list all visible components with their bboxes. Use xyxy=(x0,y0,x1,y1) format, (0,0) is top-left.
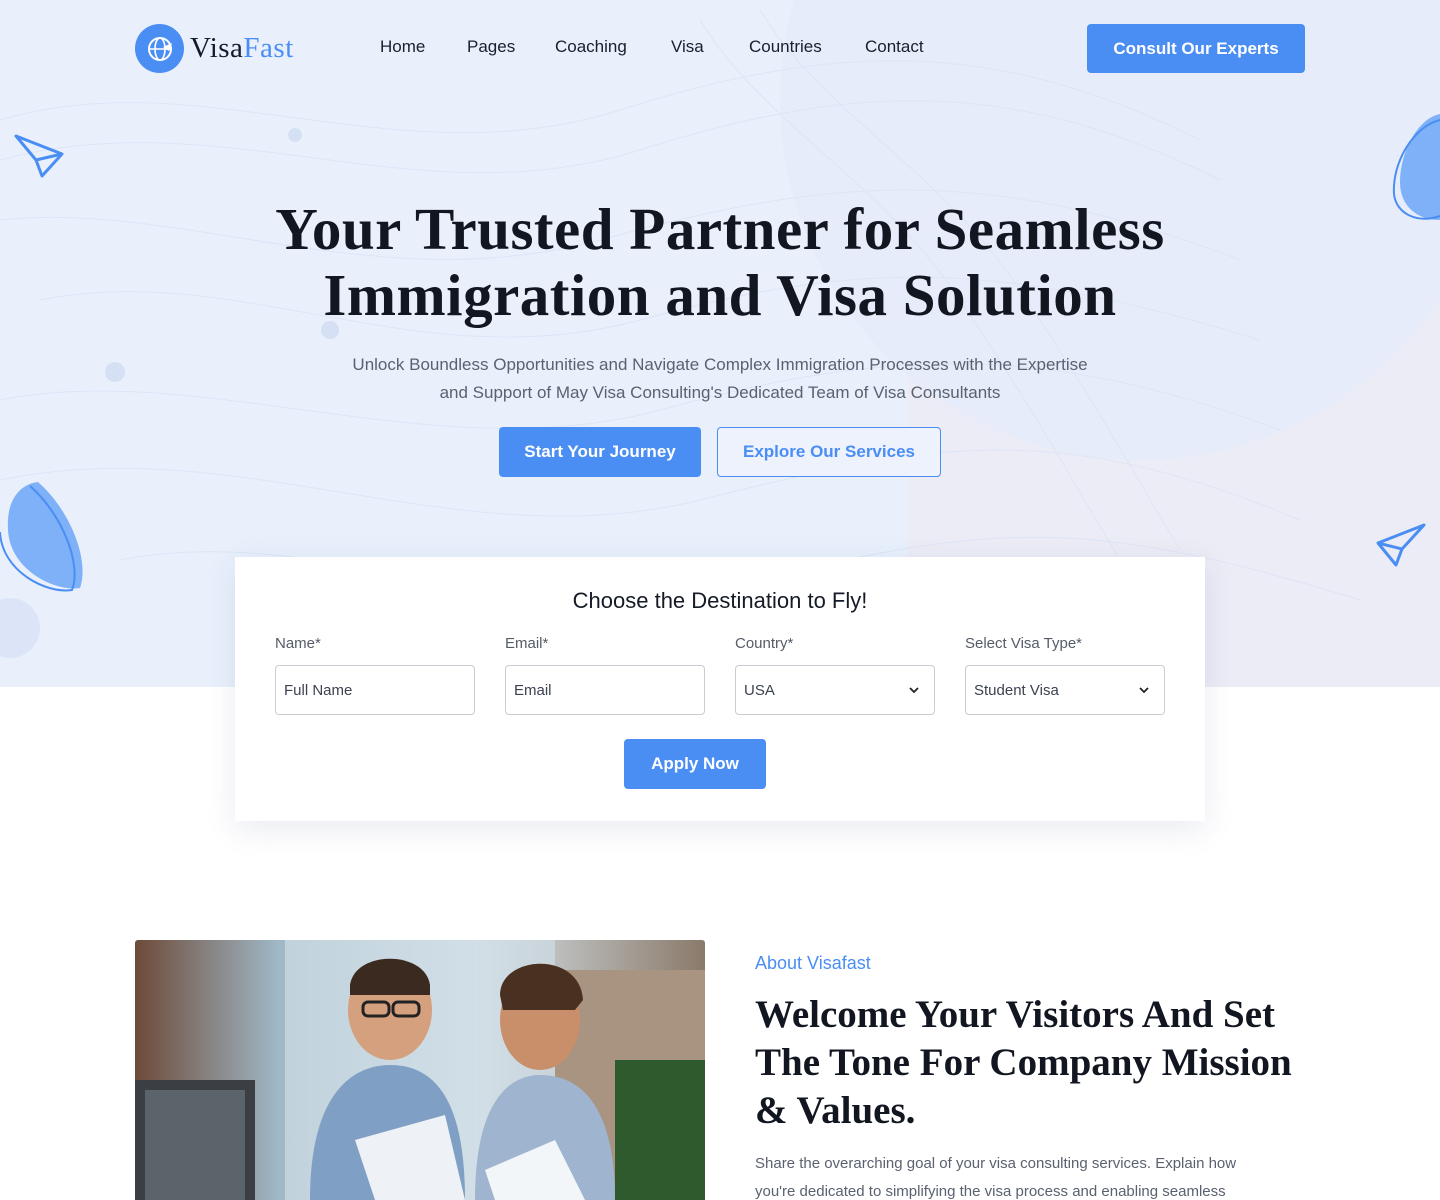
chevron-down-icon xyxy=(909,687,919,694)
hero-subtitle: Unlock Boundless Opportunities and Navig… xyxy=(300,351,1140,407)
nav-home[interactable]: Home xyxy=(380,37,425,57)
email-placeholder: Email xyxy=(514,681,552,699)
brand-name: VisaFast xyxy=(190,32,294,65)
nav-pages[interactable]: Pages xyxy=(467,37,515,57)
globe-plane-icon xyxy=(135,24,184,73)
explore-services-button[interactable]: Explore Our Services xyxy=(717,427,941,477)
brand-name-part1: Visa xyxy=(190,32,244,64)
about-title-line: The Tone For Company Mission xyxy=(755,1041,1292,1084)
team-meeting-photo xyxy=(135,940,705,1200)
name-label: Name* xyxy=(275,635,321,652)
visa-type-value: Student Visa xyxy=(974,681,1059,699)
paper-plane-icon xyxy=(1376,523,1426,567)
hero-title-line: Your Trusted Partner for Seamless xyxy=(275,196,1165,262)
about-title: Welcome Your Visitors And Set The Tone F… xyxy=(755,991,1315,1135)
brand-logo[interactable]: VisaFast xyxy=(135,24,294,73)
about-title-line: & Values. xyxy=(755,1089,916,1132)
nav-contact[interactable]: Contact xyxy=(865,37,924,57)
paper-plane-icon xyxy=(14,134,64,178)
name-placeholder: Full Name xyxy=(284,681,353,699)
country-value: USA xyxy=(744,681,775,699)
email-label: Email* xyxy=(505,635,549,652)
about-body-line: Share the overarching goal of your visa … xyxy=(755,1155,1237,1172)
nav-visa[interactable]: Visa xyxy=(671,37,704,57)
about-body-line: you're dedicated to simplifying the visa… xyxy=(755,1183,1226,1200)
form-title: Choose the Destination to Fly! xyxy=(572,588,868,613)
country-select[interactable]: USA xyxy=(735,665,935,715)
hero-title: Your Trusted Partner for Seamless Immigr… xyxy=(0,196,1440,328)
about-body: Share the overarching goal of your visa … xyxy=(755,1150,1315,1200)
nav-countries[interactable]: Countries xyxy=(749,37,822,57)
hero-subtitle-line: and Support of May Visa Consulting's Ded… xyxy=(439,383,1001,402)
country-label: Country* xyxy=(735,635,794,652)
start-journey-button[interactable]: Start Your Journey xyxy=(499,427,701,477)
name-field[interactable]: Full Name xyxy=(275,665,475,715)
hero-subtitle-line: Unlock Boundless Opportunities and Navig… xyxy=(352,355,1088,374)
brand-name-part2: Fast xyxy=(243,32,294,64)
consult-experts-button[interactable]: Consult Our Experts xyxy=(1087,24,1305,73)
leaf-shape-icon xyxy=(0,482,83,592)
about-title-line: Welcome Your Visitors And Set xyxy=(755,993,1276,1036)
apply-now-button[interactable]: Apply Now xyxy=(624,739,766,789)
about-photo xyxy=(135,940,705,1200)
visa-type-select[interactable]: Student Visa xyxy=(965,665,1165,715)
destination-form-card: Choose the Destination to Fly! Name* Ful… xyxy=(235,557,1205,821)
email-field[interactable]: Email xyxy=(505,665,705,715)
nav-coaching[interactable]: Coaching xyxy=(555,37,627,57)
visa-type-label: Select Visa Type* xyxy=(965,635,1083,652)
about-eyebrow: About Visafast xyxy=(755,953,871,973)
chevron-down-icon xyxy=(1139,687,1149,694)
hero-title-line: Immigration and Visa Solution xyxy=(323,262,1117,328)
